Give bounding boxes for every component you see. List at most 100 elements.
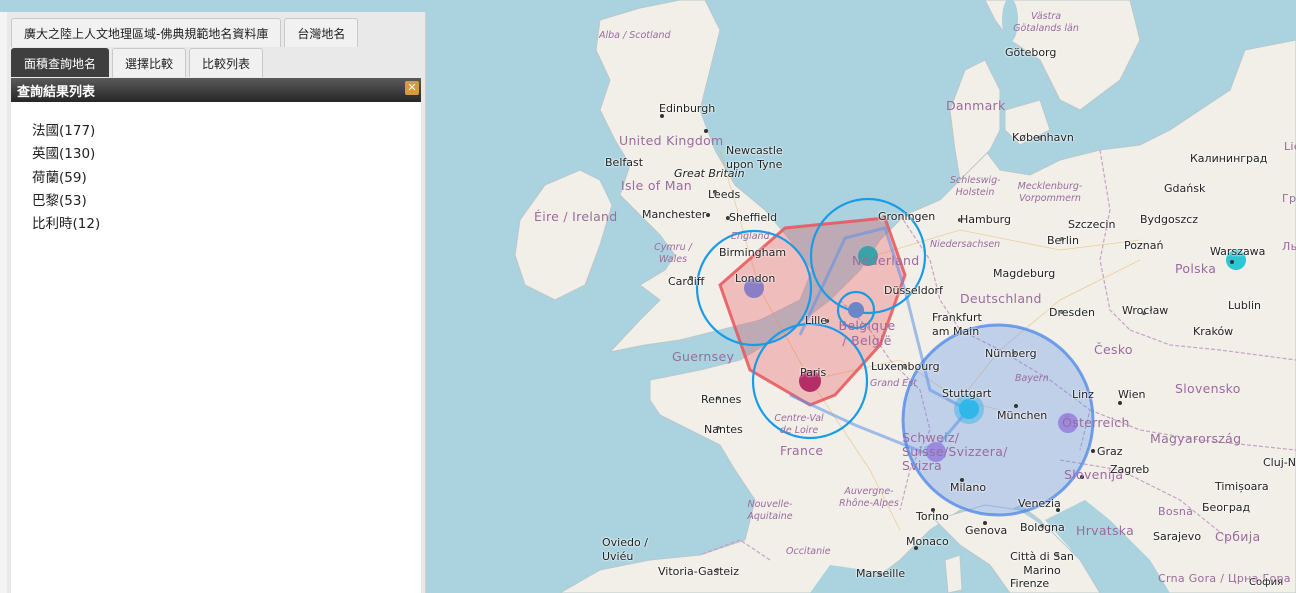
label-country: Belgique / België (838, 318, 896, 348)
label-city: Kraków (1193, 325, 1234, 338)
label-country: Danmark (946, 98, 1006, 113)
label-city: Genova (965, 524, 1008, 537)
panel-edge (0, 12, 7, 593)
label-country: United Kingdom (619, 133, 724, 148)
label-city: Linz (1072, 388, 1094, 401)
result-list-title: 查詢結果列表 (17, 84, 96, 100)
label-country: Schweiz/ Suisse/Svizzera/ Svizra (902, 430, 1008, 473)
label-city: Leeds (708, 188, 741, 201)
tab-select-compare[interactable]: 選擇比較 (112, 48, 187, 77)
sub-tab-bar: 面積查詢地名 選擇比較 比較列表 (11, 48, 264, 77)
label-city: Firenze (1010, 577, 1050, 590)
label-city: Manchester (642, 208, 707, 221)
label-city: Torino (916, 510, 949, 523)
label-city: Szczecin (1068, 218, 1116, 231)
label-region: Auvergne-Rhône-Alpes (839, 486, 899, 509)
tab-compare-list[interactable]: 比較列表 (189, 48, 264, 77)
label-region: Occitanie (786, 546, 831, 557)
label-city: Гр (1282, 192, 1296, 205)
label-city: Oviedo / Uviéu (602, 536, 648, 563)
label-country: Österreich (1062, 415, 1130, 430)
label-city: Cardiff (668, 275, 705, 288)
label-city: Sheffield (729, 211, 778, 224)
label-city: Groningen (878, 210, 936, 223)
label-city: Lublin (1228, 299, 1261, 312)
label-city: Birmingham (719, 246, 787, 259)
label-country: Guernsey (672, 349, 735, 364)
label-city: Gdańsk (1164, 182, 1206, 195)
label-region: Nouvelle-Aquitaine (747, 499, 793, 522)
label-city: Lille (805, 314, 828, 327)
label-region: Bayern (1015, 373, 1049, 384)
label-country: Bosna (1158, 505, 1194, 518)
label-city: София (1249, 577, 1284, 588)
label-city: Newcastle upon Tyne (726, 144, 783, 171)
marker-brussels[interactable] (848, 302, 864, 318)
label-city: Magdeburg (993, 267, 1056, 280)
result-item-belgium[interactable]: 比利時(12) (32, 213, 421, 236)
label-city: Cluj-N (1263, 456, 1296, 469)
label-city: Città di San Marino (1010, 550, 1074, 577)
label-city: Graz (1097, 445, 1123, 458)
label-city: London (735, 272, 776, 285)
label-city: Paris (800, 366, 827, 379)
label-city: Berlin (1047, 234, 1079, 247)
tab-area-query[interactable]: 面積查詢地名 (11, 48, 110, 77)
label-city: Wrocław (1122, 304, 1169, 317)
result-item-uk[interactable]: 英國(130) (32, 143, 421, 166)
label-city: København (1012, 131, 1074, 144)
label-city: Marseille (856, 567, 906, 580)
tab-buddhist-place-database[interactable]: 廣大之陸上人文地理區域-佛典規範地名資料庫 (11, 18, 282, 47)
label-city: Belfast (605, 156, 644, 169)
label-city: Timișoara (1215, 480, 1269, 493)
label-city: Rennes (701, 393, 742, 406)
label-city: Bydgoszcz (1140, 213, 1199, 226)
label-city: Warszawa (1210, 245, 1266, 258)
result-list-header: 查詢結果列表 ✕ (11, 78, 421, 102)
label-city: München (997, 409, 1048, 422)
label-country: Србија (1215, 529, 1261, 544)
label-city: Isle of Man (621, 178, 693, 193)
label-country: Polska (1175, 261, 1217, 276)
label-city: Vitoria-Gasteiz (658, 565, 739, 578)
label-city: Zagreb (1110, 463, 1150, 476)
marker-stuttgart[interactable] (959, 399, 979, 419)
label-city: Stuttgart (942, 387, 992, 400)
label-region: Centre-Val de Loire (774, 413, 824, 436)
label-region: Alba / Scotland (599, 30, 671, 41)
label-city: Wien (1118, 388, 1146, 401)
label-region: Grand Est (870, 378, 917, 389)
result-item-france[interactable]: 法國(177) (32, 120, 421, 143)
label-country: Deutschland (960, 291, 1042, 306)
label-country: Éire / Ireland (534, 209, 618, 224)
label-region: England (731, 231, 770, 242)
label-region: Niedersachsen (930, 239, 1001, 250)
label-city: Poznań (1124, 239, 1164, 252)
label-city: Göteborg (1005, 46, 1057, 59)
top-tab-bar: 廣大之陸上人文地理區域-佛典規範地名資料庫 台灣地名 (11, 18, 359, 47)
label-city: Калининград (1190, 152, 1268, 165)
label-country: Nederland (852, 253, 920, 268)
label-city: Nantes (704, 423, 743, 436)
side-panel: 廣大之陸上人文地理區域-佛典規範地名資料庫 台灣地名 面積查詢地名 選擇比較 比… (0, 12, 426, 593)
result-item-netherlands[interactable]: 荷蘭(59) (32, 167, 421, 190)
label-city: Luxembourg (871, 360, 940, 373)
label-country: Hrvatska (1076, 523, 1135, 538)
label-country: Slovensko (1175, 381, 1241, 396)
label-city: Hamburg (960, 213, 1011, 226)
result-item-paris[interactable]: 巴黎(53) (32, 190, 421, 213)
label-region: Cymru / Wales (654, 242, 692, 265)
label-city: Düsseldorf (884, 284, 943, 297)
label-city: Lie (1284, 140, 1296, 153)
label-city: Dresden (1049, 306, 1095, 319)
label-city: Frankfurt am Main (932, 311, 982, 338)
label-region: Mecklenburg-Vorpommern (1017, 181, 1083, 204)
label-city: Edinburgh (659, 102, 716, 115)
label-country: Magyarország (1150, 431, 1242, 446)
label-country: Česko (1094, 342, 1133, 357)
close-icon[interactable]: ✕ (405, 81, 419, 95)
label-city: Monaco (906, 535, 949, 548)
tab-taiwan-place-names[interactable]: 台灣地名 (284, 18, 359, 47)
label-city: Venezia (1018, 497, 1061, 510)
label-city: Београд (1202, 501, 1251, 514)
